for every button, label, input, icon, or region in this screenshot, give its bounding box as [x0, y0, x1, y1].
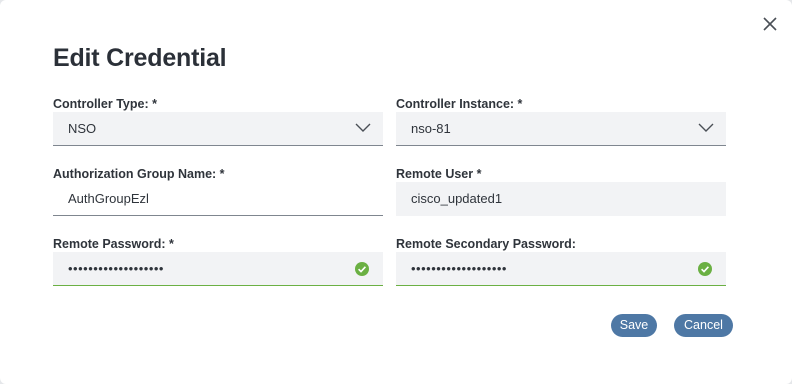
close-button[interactable]: [760, 14, 780, 34]
controller-instance-select[interactable]: nso-81: [396, 112, 726, 146]
remote-password-field: Remote Password: * •••••••••••••••••••: [53, 236, 383, 286]
check-circle-icon: [698, 262, 712, 276]
auth-group-field: Authorization Group Name: * AuthGroupEzl: [53, 166, 383, 216]
controller-type-value: NSO: [68, 121, 97, 136]
controller-instance-field: Controller Instance: * nso-81: [396, 96, 726, 146]
remote-user-value: cisco_updated1: [411, 191, 503, 206]
check-circle-icon: [355, 262, 369, 276]
remote-secondary-password-value: •••••••••••••••••••: [411, 261, 507, 276]
remote-secondary-password-field: Remote Secondary Password: •••••••••••••…: [396, 236, 726, 286]
controller-instance-value: nso-81: [411, 121, 451, 136]
auth-group-input[interactable]: AuthGroupEzl: [53, 182, 383, 216]
auth-group-label: Authorization Group Name: *: [53, 167, 225, 181]
chevron-down-icon: [698, 123, 714, 132]
remote-secondary-password-input[interactable]: •••••••••••••••••••: [396, 252, 726, 286]
edit-credential-dialog: Edit Credential Controller Type: * NSO C…: [0, 0, 792, 384]
save-button[interactable]: Save: [611, 314, 657, 337]
cancel-button[interactable]: Cancel: [674, 314, 733, 337]
controller-type-field: Controller Type: * NSO: [53, 96, 383, 146]
controller-type-select[interactable]: NSO: [53, 112, 383, 146]
remote-user-input[interactable]: cisco_updated1: [396, 182, 726, 216]
controller-type-label: Controller Type: *: [53, 97, 157, 111]
chevron-down-icon: [355, 123, 371, 132]
remote-password-value: •••••••••••••••••••: [68, 261, 164, 276]
controller-instance-label: Controller Instance: *: [396, 97, 523, 111]
remote-password-input[interactable]: •••••••••••••••••••: [53, 252, 383, 286]
dialog-title: Edit Credential: [53, 44, 227, 72]
close-icon: [763, 17, 777, 31]
remote-user-field: Remote User * cisco_updated1: [396, 166, 726, 216]
auth-group-value: AuthGroupEzl: [68, 191, 149, 206]
remote-secondary-password-label: Remote Secondary Password:: [396, 237, 576, 251]
remote-password-label: Remote Password: *: [53, 237, 174, 251]
remote-user-label: Remote User *: [396, 167, 482, 181]
